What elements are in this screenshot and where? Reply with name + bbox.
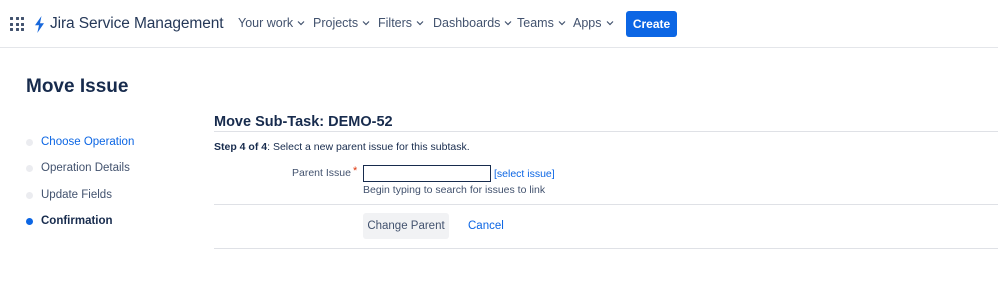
chevron-down-icon bbox=[606, 21, 613, 26]
chevron-down-icon bbox=[558, 21, 566, 26]
step-label: Operation Details bbox=[41, 162, 130, 174]
parent-issue-input[interactable] bbox=[363, 165, 491, 182]
step-dot bbox=[26, 138, 33, 146]
step-label: Update Fields bbox=[41, 189, 112, 201]
nav-label: Dashboards bbox=[433, 16, 501, 30]
divider bbox=[214, 248, 998, 249]
step-update-fields: Update Fields bbox=[26, 189, 112, 201]
nav-projects[interactable]: Projects bbox=[313, 16, 370, 30]
nav-dashboards[interactable]: Dashboards bbox=[433, 16, 512, 30]
create-button[interactable]: Create bbox=[626, 11, 677, 37]
chevron-down-icon bbox=[297, 21, 305, 26]
step-choose-operation[interactable]: Choose Operation bbox=[26, 136, 134, 148]
select-issue-link[interactable]: [select issue] bbox=[494, 168, 555, 180]
nav-apps[interactable]: Apps bbox=[573, 16, 614, 30]
step-dot bbox=[26, 191, 33, 199]
nav-label: Filters bbox=[378, 16, 413, 30]
step-instruction: : Select a new parent issue for this sub… bbox=[267, 141, 470, 153]
divider bbox=[214, 131, 998, 132]
product-logo[interactable]: Jira Service Management bbox=[34, 14, 224, 34]
step-label: Choose Operation bbox=[41, 136, 135, 148]
step-dot-current bbox=[26, 217, 33, 225]
form-title: Move Sub-Task: DEMO-52 bbox=[214, 114, 393, 130]
nav-label: Your work bbox=[238, 16, 294, 30]
app-switcher-icon[interactable] bbox=[10, 17, 24, 31]
divider bbox=[214, 204, 998, 205]
chevron-down-icon bbox=[416, 21, 424, 26]
nav-label: Projects bbox=[313, 16, 359, 30]
required-marker: * bbox=[352, 165, 358, 177]
step-counter: Step 4 of 4 bbox=[214, 141, 268, 153]
top-navigation-bar: Jira Service Management Your work Projec… bbox=[0, 0, 998, 48]
parent-issue-label: Parent Issue * bbox=[292, 165, 358, 179]
page-title: Move Issue bbox=[26, 76, 129, 97]
step-label: Confirmation bbox=[41, 215, 113, 227]
step-confirmation: Confirmation bbox=[26, 215, 113, 227]
step-dot bbox=[26, 164, 33, 172]
nav-filters[interactable]: Filters bbox=[378, 16, 424, 30]
change-parent-button[interactable]: Change Parent bbox=[363, 213, 449, 239]
app-name: Jira Service Management bbox=[50, 15, 224, 32]
nav-label: Apps bbox=[573, 16, 602, 30]
chevron-down-icon bbox=[504, 21, 512, 26]
jira-logo-icon bbox=[35, 15, 44, 33]
nav-label: Teams bbox=[517, 16, 554, 30]
step-description: Step 4 of 4: Select a new parent issue f… bbox=[214, 141, 470, 153]
step-operation-details: Operation Details bbox=[26, 162, 130, 174]
parent-issue-hint: Begin typing to search for issues to lin… bbox=[363, 184, 546, 196]
parent-issue-label-text: Parent Issue bbox=[292, 167, 351, 179]
cancel-link[interactable]: Cancel bbox=[468, 220, 504, 232]
nav-teams[interactable]: Teams bbox=[517, 16, 566, 30]
nav-your-work[interactable]: Your work bbox=[238, 16, 305, 30]
chevron-down-icon bbox=[362, 21, 370, 26]
